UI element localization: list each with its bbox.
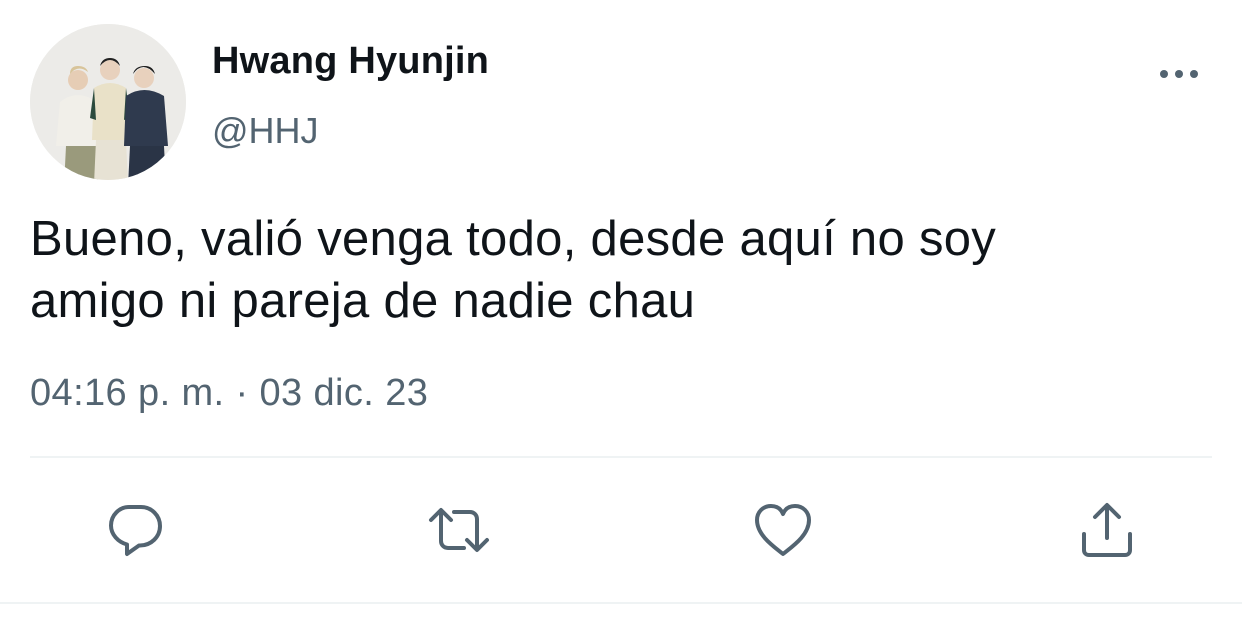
retweet-button[interactable] bbox=[427, 498, 491, 562]
divider bbox=[30, 456, 1212, 458]
reply-icon bbox=[109, 505, 162, 556]
tweet-text-line: Bueno, valió venga todo, desde aquí no s… bbox=[30, 212, 997, 266]
more-options-button[interactable] bbox=[1156, 60, 1202, 88]
author-handle[interactable]: @HHJ bbox=[212, 110, 319, 152]
share-button[interactable] bbox=[1075, 498, 1139, 562]
more-horizontal-icon bbox=[1160, 70, 1198, 78]
profile-photo bbox=[30, 24, 186, 180]
like-button[interactable] bbox=[751, 498, 815, 562]
tweet-timestamp[interactable]: 04:16 p. m. · 03 dic. 23 bbox=[30, 372, 428, 415]
author-name[interactable]: Hwang Hyunjin bbox=[212, 40, 489, 83]
tweet-text-line: amigo ni pareja de nadie chau bbox=[30, 274, 696, 328]
divider bbox=[0, 602, 1242, 604]
author-avatar[interactable] bbox=[30, 24, 186, 180]
tweet-card: Hwang Hyunjin @HHJ Bueno, valió venga to… bbox=[0, 0, 1242, 621]
reply-button[interactable] bbox=[103, 498, 167, 562]
like-icon bbox=[755, 504, 811, 556]
tweet-text: Bueno, valió venga todo, desde aquí no s… bbox=[30, 208, 1210, 332]
retweet-icon bbox=[429, 508, 489, 552]
share-icon bbox=[1082, 503, 1132, 557]
